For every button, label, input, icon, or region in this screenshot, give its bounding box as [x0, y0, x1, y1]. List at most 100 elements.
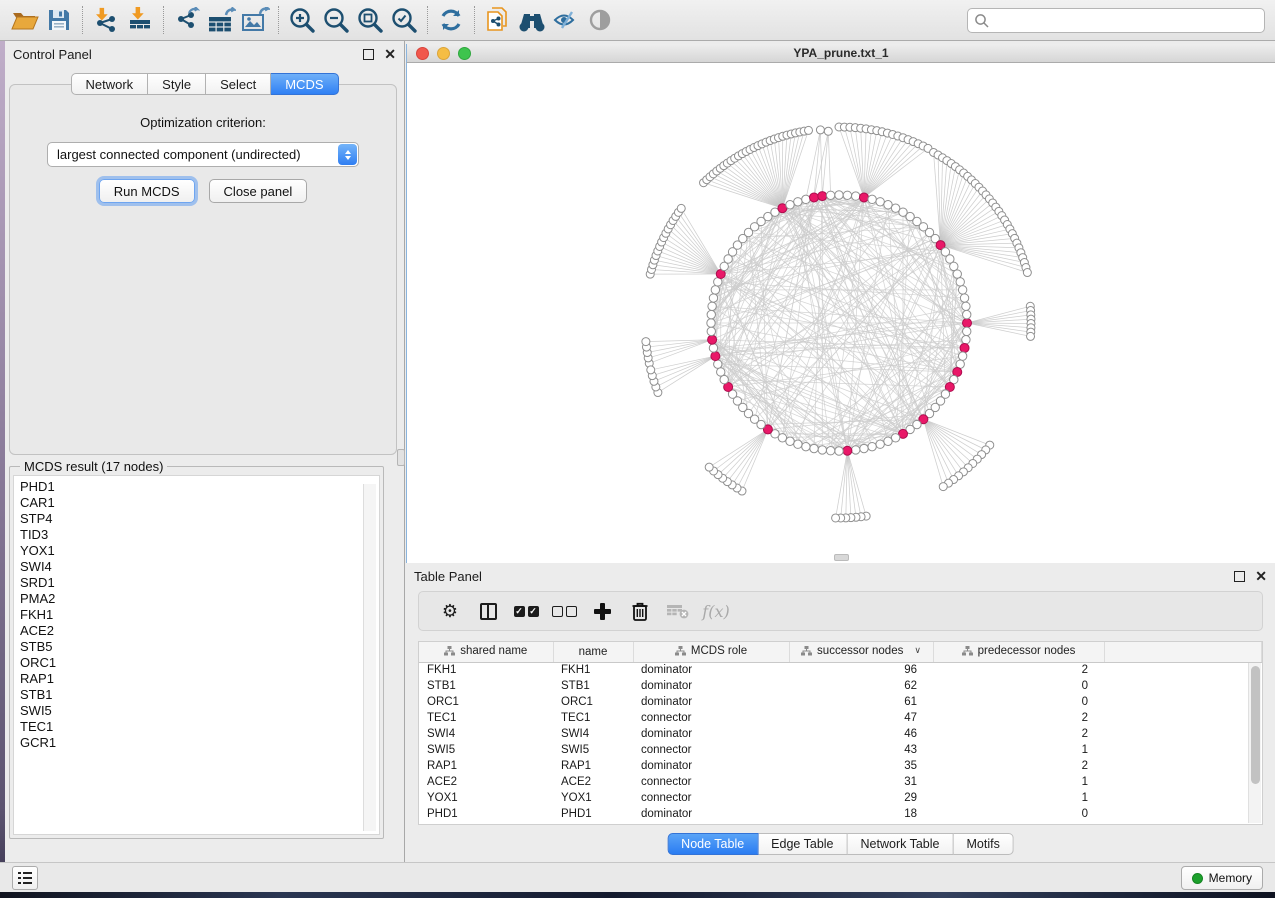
- table-row[interactable]: YOX1YOX1connector291: [419, 790, 1262, 806]
- tab-node-table[interactable]: Node Table: [667, 833, 758, 855]
- table-panel-titlebar: Table Panel ✕: [406, 563, 1275, 589]
- tab-mcds[interactable]: MCDS: [271, 73, 338, 95]
- deselect-all-button[interactable]: [545, 595, 583, 627]
- tab-edge-table[interactable]: Edge Table: [758, 833, 847, 855]
- apply-layout-button[interactable]: [434, 3, 468, 37]
- column-header-successor-nodes[interactable]: successor nodes∨: [789, 642, 933, 662]
- result-item[interactable]: PHD1: [20, 479, 379, 495]
- result-item[interactable]: CAR1: [20, 495, 379, 511]
- table-row[interactable]: SWI4SWI4dominator462: [419, 726, 1262, 742]
- import-table-button[interactable]: [123, 3, 157, 37]
- open-session-network-button[interactable]: [481, 3, 515, 37]
- table-panel: Table Panel ✕ ⚙ ✓✓: [406, 563, 1275, 863]
- memory-button[interactable]: Memory: [1181, 866, 1263, 890]
- table-row[interactable]: STB1STB1dominator620: [419, 678, 1262, 694]
- result-item[interactable]: ORC1: [20, 655, 379, 671]
- table-row[interactable]: RAP1RAP1dominator352: [419, 758, 1262, 774]
- result-item[interactable]: GCR1: [20, 735, 379, 751]
- column-header-mcds-role[interactable]: MCDS role: [633, 642, 789, 662]
- close-panel-icon[interactable]: ✕: [384, 49, 396, 60]
- search-box[interactable]: [967, 8, 1265, 33]
- gear-icon: ⚙: [442, 601, 458, 622]
- result-item[interactable]: SRD1: [20, 575, 379, 591]
- export-network-button[interactable]: [170, 3, 204, 37]
- result-item[interactable]: YOX1: [20, 543, 379, 559]
- save-session-button[interactable]: [42, 3, 76, 37]
- eye-disabled-icon: [587, 8, 613, 32]
- table-row[interactable]: PHD1PHD1dominator180: [419, 806, 1262, 822]
- table-scrollbar-thumb[interactable]: [1251, 666, 1260, 784]
- zoom-in-button[interactable]: [285, 3, 319, 37]
- table-row[interactable]: ACE2ACE2connector311: [419, 774, 1262, 790]
- network-window-title: YPA_prune.txt_1: [407, 46, 1275, 60]
- zoom-selected-button[interactable]: [387, 3, 421, 37]
- float-panel-icon[interactable]: [363, 49, 374, 60]
- open-file-button[interactable]: [8, 3, 42, 37]
- function-builder-button[interactable]: f(x): [697, 595, 735, 627]
- result-item[interactable]: TID3: [20, 527, 379, 543]
- show-graphics-details-button[interactable]: [583, 3, 617, 37]
- find-button[interactable]: [515, 3, 549, 37]
- toolbar-separator: [163, 6, 164, 34]
- result-item[interactable]: RAP1: [20, 671, 379, 687]
- shared-column-icon: [444, 646, 455, 656]
- zoom-fit-button[interactable]: [353, 3, 387, 37]
- result-item[interactable]: TEC1: [20, 719, 379, 735]
- select-all-button[interactable]: ✓✓: [507, 595, 545, 627]
- zoom-out-button[interactable]: [319, 3, 353, 37]
- list-icon: [18, 872, 32, 875]
- toolbar-separator: [427, 6, 428, 34]
- panel-splitter-grip[interactable]: [397, 449, 405, 466]
- table-splitter-grip[interactable]: [834, 554, 849, 561]
- network-graph[interactable]: [407, 63, 1275, 563]
- refresh-icon: [438, 7, 464, 33]
- delete-columns-button[interactable]: [621, 595, 659, 627]
- control-panel: Control Panel ✕ Network Style Select MCD…: [5, 41, 405, 863]
- tab-network[interactable]: Network: [70, 73, 148, 95]
- mcds-result-list[interactable]: PHD1 CAR1 STP4 TID3 YOX1 SWI4 SRD1 PMA2 …: [13, 475, 380, 835]
- result-item[interactable]: STB1: [20, 687, 379, 703]
- zoom-fit-icon: [356, 6, 384, 34]
- close-panel-button[interactable]: Close panel: [209, 179, 308, 203]
- delete-table-button[interactable]: [659, 595, 697, 627]
- column-settings-button[interactable]: ⚙: [431, 595, 469, 627]
- network-canvas[interactable]: [406, 63, 1275, 563]
- table-row[interactable]: ORC1ORC1dominator610: [419, 694, 1262, 710]
- zoom-in-icon: [288, 6, 316, 34]
- table-row[interactable]: TEC1TEC1connector472: [419, 710, 1262, 726]
- result-item[interactable]: STB5: [20, 639, 379, 655]
- export-table-button[interactable]: [204, 3, 238, 37]
- result-item[interactable]: SWI5: [20, 703, 379, 719]
- tab-motifs[interactable]: Motifs: [953, 833, 1013, 855]
- column-header-predecessor-nodes[interactable]: predecessor nodes: [933, 642, 1104, 662]
- result-item[interactable]: SWI4: [20, 559, 379, 575]
- result-item[interactable]: STP4: [20, 511, 379, 527]
- result-list-scrollbar[interactable]: [363, 484, 376, 831]
- tab-network-table[interactable]: Network Table: [848, 833, 954, 855]
- table-row[interactable]: FKH1FKH1dominator962: [419, 662, 1262, 678]
- table-row[interactable]: SWI5SWI5connector431: [419, 742, 1262, 758]
- table-scrollbar[interactable]: [1248, 663, 1261, 823]
- result-item[interactable]: PMA2: [20, 591, 379, 607]
- tab-style[interactable]: Style: [148, 73, 206, 95]
- column-header-name[interactable]: name: [553, 642, 633, 662]
- run-mcds-button[interactable]: Run MCDS: [99, 179, 195, 203]
- tab-select[interactable]: Select: [206, 73, 271, 95]
- result-item[interactable]: FKH1: [20, 607, 379, 623]
- close-panel-icon[interactable]: ✕: [1255, 571, 1267, 582]
- search-input[interactable]: [990, 11, 1264, 31]
- add-column-button[interactable]: [583, 595, 621, 627]
- hide-graphics-details-button[interactable]: [549, 3, 583, 37]
- split-panel-button[interactable]: [469, 595, 507, 627]
- export-image-button[interactable]: [238, 3, 272, 37]
- result-item[interactable]: ACE2: [20, 623, 379, 639]
- optimization-criterion-dropdown[interactable]: largest connected component (undirected): [47, 142, 359, 167]
- import-table-icon: [126, 7, 154, 33]
- float-panel-icon[interactable]: [1234, 571, 1245, 582]
- control-panel-titlebar: Control Panel ✕: [5, 41, 404, 67]
- show-log-button[interactable]: [12, 866, 38, 890]
- column-header-shared-name[interactable]: shared name: [419, 642, 553, 662]
- import-network-button[interactable]: [89, 3, 123, 37]
- sort-descending-icon: ∨: [914, 645, 921, 656]
- zoom-selected-icon: [390, 6, 418, 34]
